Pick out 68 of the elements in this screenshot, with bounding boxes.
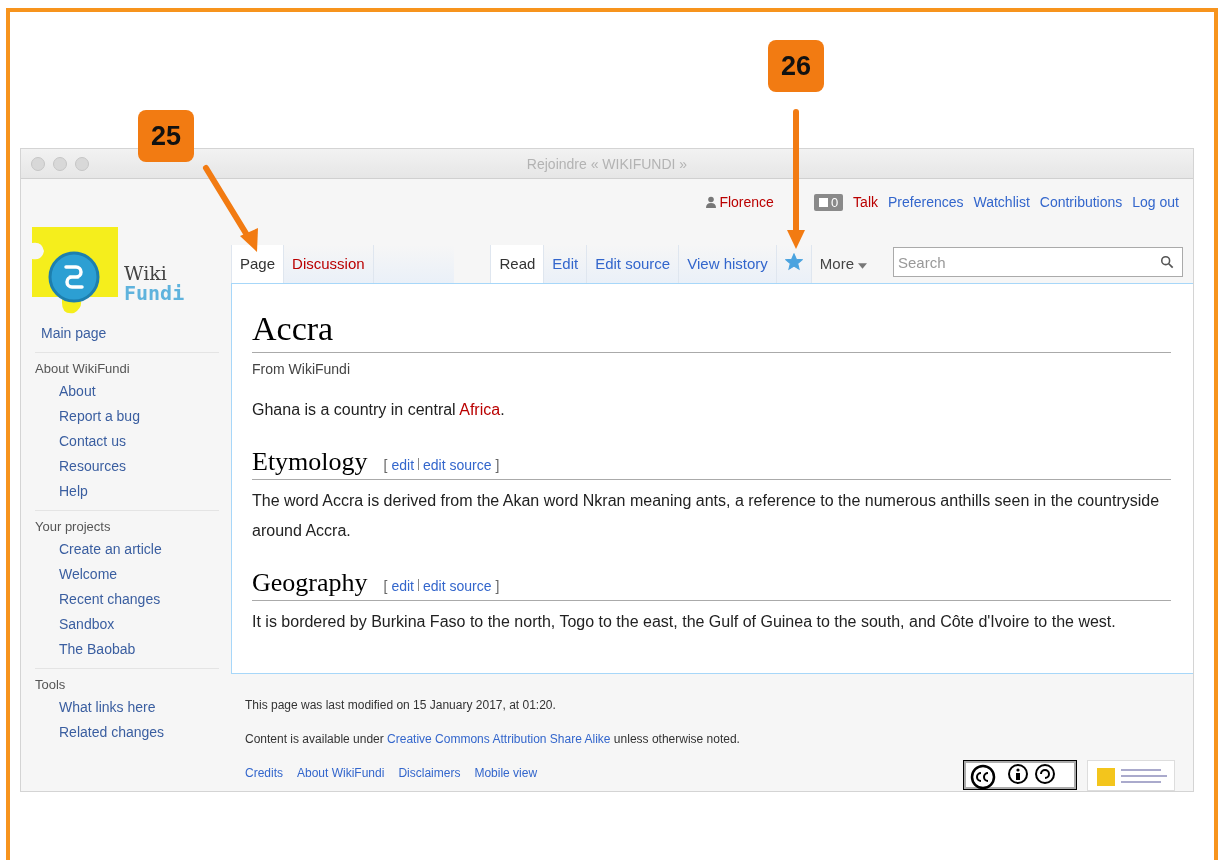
sidebar-link[interactable]: Report a bug [35, 404, 140, 429]
edit-link[interactable]: edit [391, 457, 415, 473]
user-menu-link[interactable]: Watchlist [973, 194, 1030, 210]
page-title: Accra [252, 310, 1171, 353]
user-menu-link[interactable]: Contributions [1039, 194, 1123, 210]
user-link[interactable]: Florence [705, 194, 774, 210]
bracket: [ [383, 578, 388, 594]
star-icon[interactable] [784, 253, 803, 271]
close-icon[interactable] [31, 156, 45, 171]
zoom-icon[interactable] [75, 156, 89, 171]
logo-wordmark: Wiki [124, 264, 168, 283]
sidebar-link[interactable]: Welcome [35, 562, 118, 587]
cc-license-icon[interactable] [963, 760, 1077, 790]
sidebar-link[interactable]: Create an article [35, 537, 162, 562]
last-modified-text: This page was last modified on 15 January 2017, at 01:20. [245, 698, 557, 712]
user-menu-link[interactable]: Preferences [888, 194, 964, 210]
search-icon[interactable] [1160, 255, 1174, 269]
powered-by-icon[interactable] [1087, 760, 1175, 791]
section-heading: Geography [252, 568, 368, 598]
article-link[interactable]: Africa [459, 401, 501, 418]
license-text: Content is available under Creative Commons Attribution Share Alike unless otherwise noted. [245, 732, 741, 746]
view-tab[interactable]: Edit [543, 245, 587, 283]
sidebar-link[interactable]: About [35, 379, 96, 404]
sidebar-link[interactable]: Main page [35, 321, 107, 346]
intro-paragraph: Ghana is a country in central Africa. [252, 400, 506, 420]
sidebar-link[interactable]: Help [35, 479, 88, 504]
edit-source-link[interactable]: edit source [423, 457, 492, 473]
sidebar-link[interactable]: Sandbox [35, 612, 115, 637]
sidebar-link[interactable]: What links here [35, 695, 156, 720]
footer-link[interactable]: Mobile view [474, 766, 538, 780]
search-field[interactable]: Search [893, 247, 1183, 277]
view-tab[interactable]: View history [678, 245, 776, 283]
license-link[interactable]: Creative Commons Attribution Share Alike [387, 732, 611, 746]
user-menu-link[interactable]: Log out [1132, 194, 1179, 210]
minimize-icon[interactable] [53, 156, 67, 171]
sidebar-heading: About WikiFundi [35, 360, 130, 378]
footer-link[interactable]: About WikiFundi [297, 766, 385, 780]
sidebar-link[interactable]: Contact us [35, 429, 126, 454]
sidebar-link[interactable]: Resources [35, 454, 126, 479]
edit-source-link[interactable]: edit source [423, 578, 492, 594]
bracket: [ [383, 457, 388, 473]
user-menu-link[interactable]: Talk [853, 194, 878, 210]
bracket: ] [495, 457, 500, 473]
sidebar-heading: Your projects [35, 518, 111, 536]
view-tab[interactable]: Edit source [586, 245, 679, 283]
bracket: ] [495, 578, 500, 594]
logo-wordmark: Fundi [124, 283, 185, 303]
window-title: Rejoindre « WIKIFUNDI » [526, 155, 688, 172]
edit-link[interactable]: edit [391, 578, 414, 594]
step-number-badge: 25 [138, 110, 194, 162]
sidebar-link[interactable]: The Baobab [35, 637, 136, 662]
tagline: From WikiFundi [252, 361, 351, 377]
step-number-badge: 26 [768, 40, 824, 92]
section-heading: Etymology [252, 447, 368, 477]
page-tab[interactable]: Page [231, 245, 284, 283]
page-tab[interactable]: Discussion [283, 245, 373, 283]
sidebar-heading: Tools [35, 676, 66, 694]
footer-link[interactable]: Disclaimers [398, 766, 461, 780]
view-tab[interactable]: Read [490, 245, 544, 283]
notification-badge[interactable]: 0 [813, 193, 844, 211]
footer-link[interactable]: Credits [245, 766, 283, 780]
section-paragraph: It is bordered by Burkina Faso to the north, Togo to the east, the Gulf of Guinea to the south, and Côte d'Ivoire to the west. [252, 612, 1117, 632]
user-icon [705, 196, 718, 208]
puzzle-logo-icon [32, 227, 118, 315]
sidebar-link[interactable]: Related changes [35, 720, 165, 745]
caret-icon [858, 263, 867, 269]
sidebar-link[interactable]: Recent changes [35, 587, 161, 612]
section-paragraph: The word Accra is derived from the Akan word Nkran meaning ants, a reference to the numerous anthills seen in the countryside around Accra. [252, 491, 1161, 541]
